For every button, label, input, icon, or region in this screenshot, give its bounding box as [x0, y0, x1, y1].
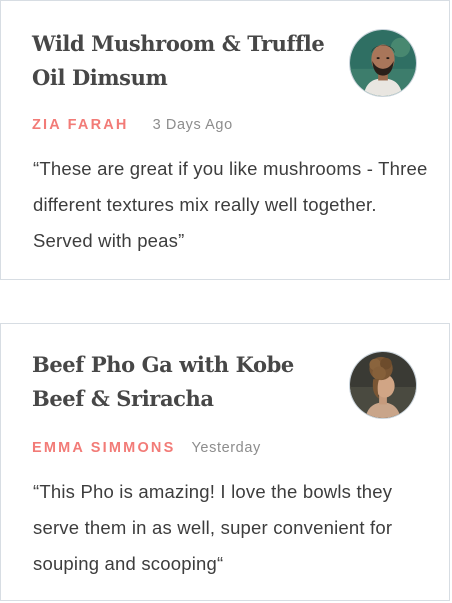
author-name[interactable]: ZIA FARAH — [32, 117, 129, 133]
review-text: “These are great if you like mushrooms -… — [33, 158, 428, 251]
avatar — [349, 351, 417, 419]
avatar-photo-man-icon — [350, 30, 416, 96]
author-name[interactable]: EMMA SIMMONS — [32, 440, 175, 456]
review-meta: ZIA FARAH 3 Days Ago — [32, 117, 233, 133]
avatar-photo-woman-icon — [350, 352, 416, 418]
dish-title: Beef Pho Ga with Kobe Beef & Sriracha — [32, 352, 294, 411]
review-card: Wild Mushroom & Truffle Oil Dimsum ZIA F… — [0, 0, 450, 280]
review-meta: EMMA SIMMONS Yesterday — [32, 440, 261, 456]
review-card: Beef Pho Ga with Kobe Beef & Sriracha EM… — [0, 323, 450, 601]
review-timestamp: 3 Days Ago — [152, 117, 233, 133]
review-text: “This Pho is amazing! I love the bowls t… — [33, 481, 393, 574]
review-timestamp: Yesterday — [191, 440, 261, 456]
avatar — [349, 29, 417, 97]
dish-title: Wild Mushroom & Truffle Oil Dimsum — [32, 31, 325, 90]
